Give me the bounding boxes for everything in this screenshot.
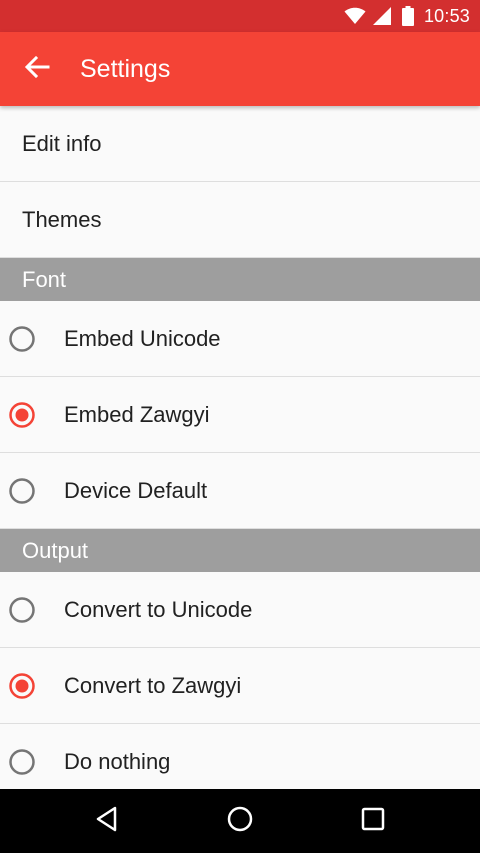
themes-item[interactable]: Themes <box>0 182 480 258</box>
themes-label: Themes <box>22 206 102 232</box>
font-option-label: Embed Unicode <box>64 325 221 351</box>
output-option-label: Convert to Unicode <box>64 596 253 622</box>
font-option-embed-zawgyi[interactable]: Embed Zawgyi <box>0 377 480 453</box>
font-option-label: Device Default <box>64 477 208 503</box>
signal-icon <box>372 6 392 26</box>
arrow-back-icon <box>24 55 50 83</box>
status-icons: 10:53 <box>344 0 470 32</box>
nav-back-button[interactable] <box>67 789 147 853</box>
output-option-convert-unicode[interactable]: Convert to Unicode <box>0 572 480 648</box>
section-header-font: Font <box>0 258 480 301</box>
settings-list[interactable]: Edit info Themes Font Embed Unicode Embe… <box>0 106 480 789</box>
nav-recents-button[interactable] <box>333 789 413 853</box>
radio-button-unchecked[interactable] <box>0 572 64 648</box>
navigation-bar <box>0 789 480 853</box>
home-circle-icon <box>226 805 254 838</box>
font-option-embed-unicode[interactable]: Embed Unicode <box>0 301 480 377</box>
font-option-device-default[interactable]: Device Default <box>0 453 480 529</box>
page-title: Settings <box>80 54 171 83</box>
output-option-label: Convert to Zawgyi <box>64 672 242 698</box>
font-option-label: Embed Zawgyi <box>64 401 210 427</box>
radio-button-unchecked[interactable] <box>0 301 64 377</box>
edit-info-label: Edit info <box>22 130 102 156</box>
status-bar: 10:53 <box>0 0 480 32</box>
radio-button-checked[interactable] <box>0 377 64 453</box>
edit-info-item[interactable]: Edit info <box>0 106 480 182</box>
radio-button-checked[interactable] <box>0 648 64 724</box>
output-option-convert-zawgyi[interactable]: Convert to Zawgyi <box>0 648 480 724</box>
output-option-label: Do nothing <box>64 748 171 774</box>
back-button[interactable] <box>0 32 76 106</box>
section-header-output: Output <box>0 529 480 572</box>
status-time: 10:53 <box>423 5 470 26</box>
output-option-do-nothing[interactable]: Do nothing <box>0 724 480 789</box>
radio-button-unchecked[interactable] <box>0 724 64 790</box>
radio-button-unchecked[interactable] <box>0 453 64 529</box>
nav-home-button[interactable] <box>200 789 280 853</box>
back-triangle-icon <box>95 806 119 837</box>
recents-square-icon <box>361 807 385 836</box>
app-bar: Settings <box>0 32 480 106</box>
battery-icon <box>401 6 414 26</box>
wifi-icon <box>344 7 366 25</box>
